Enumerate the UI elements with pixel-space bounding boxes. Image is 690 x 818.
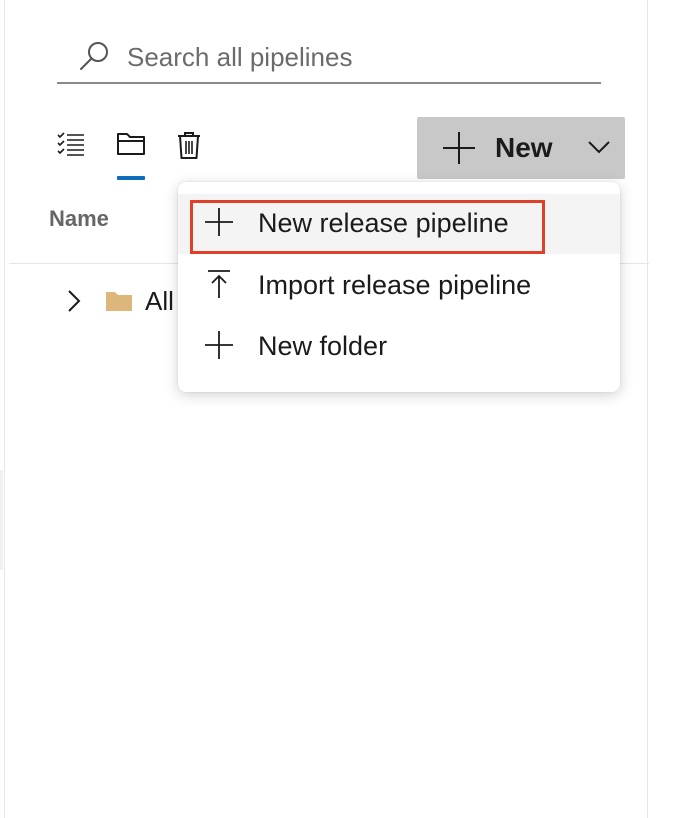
deleted-view-button[interactable] [171,128,207,168]
search-placeholder[interactable]: Search all pipelines [127,42,352,73]
left-edge-mark [0,470,3,570]
list-view-button[interactable] [53,128,89,168]
plus-icon [205,208,233,236]
chevron-right-icon[interactable] [65,288,83,314]
menu-item-label: Import release pipeline [258,270,532,300]
trash-icon [178,132,200,159]
import-icon [208,270,230,298]
menu-item-new-folder[interactable]: New folder [178,317,620,377]
menu-item-new-release-pipeline[interactable]: New release pipeline [178,194,620,254]
menu-item-import-release-pipeline[interactable]: Import release pipeline [178,256,620,316]
new-button[interactable]: New [417,117,625,179]
plus-icon [205,331,233,359]
folder-label: All [145,286,174,316]
name-column-header[interactable]: Name [49,206,109,232]
plus-icon [443,132,475,164]
search-icon [80,42,108,70]
menu-item-label: New folder [258,331,388,361]
search-box[interactable]: Search all pipelines [57,30,601,84]
folder-icon [106,292,132,311]
list-view-icon [57,132,84,156]
new-dropdown-menu: New release pipeline Import release pipe… [178,182,620,392]
chevron-down-icon [588,141,610,154]
release-pipelines-panel: Search all pipelines New Name All [4,0,649,818]
menu-item-label: New release pipeline [258,208,509,238]
folder-view-icon [117,133,145,155]
new-button-label: New [495,132,553,163]
selected-view-indicator [117,176,145,180]
folder-view-button[interactable] [113,128,149,180]
